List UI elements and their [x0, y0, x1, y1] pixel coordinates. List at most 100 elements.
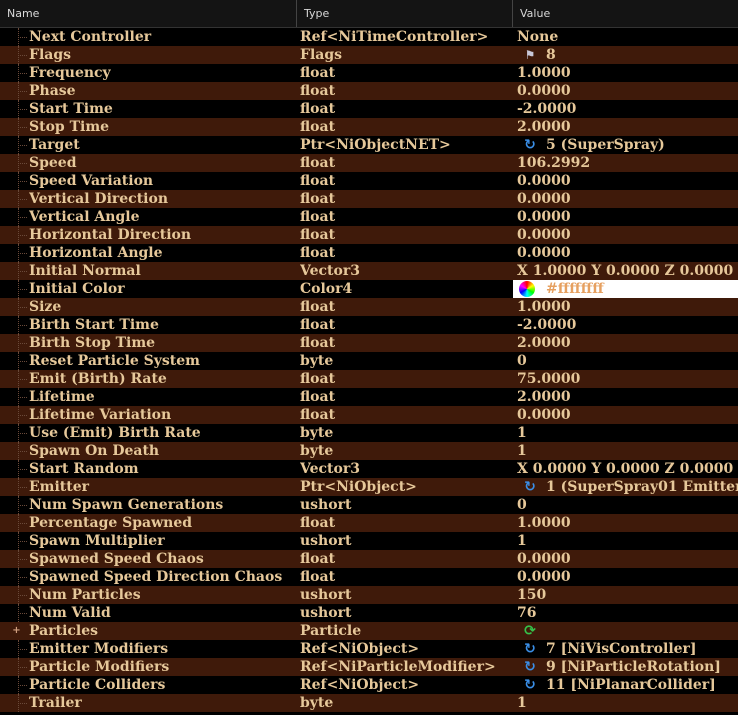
property-row[interactable]: Speed Variation float 0.0000 [0, 172, 738, 190]
property-type: Vector3 [300, 263, 360, 279]
property-value[interactable]: 1 [517, 694, 738, 712]
property-row[interactable]: Percentage Spawned float 1.0000 [0, 514, 738, 532]
property-row[interactable]: Birth Start Time float -2.0000 [0, 316, 738, 334]
property-value[interactable]: -2.0000 [517, 316, 738, 334]
color-value-field[interactable]: #ffffffff [513, 280, 738, 298]
property-row[interactable]: Lifetime Variation float 0.0000 [0, 406, 738, 424]
property-value[interactable]: 0.0000 [517, 172, 738, 190]
property-row[interactable]: Horizontal Direction float 0.0000 [0, 226, 738, 244]
property-row[interactable]: Frequency float 1.0000 [0, 64, 738, 82]
property-row[interactable]: Spawn Multiplier ushort 1 [0, 532, 738, 550]
property-value[interactable]: 9 [NiParticleRotation] [546, 658, 738, 676]
property-value[interactable]: 0.0000 [517, 82, 738, 100]
property-value[interactable]: None [517, 28, 738, 46]
property-value[interactable]: 75.0000 [517, 370, 738, 388]
property-row[interactable]: Spawned Speed Chaos float 0.0000 [0, 550, 738, 568]
link-icon[interactable]: ↻ [522, 479, 538, 495]
header-type[interactable]: Type [297, 0, 513, 27]
property-row[interactable]: Flags Flags ⚑ 8 [0, 46, 738, 64]
property-value[interactable]: 2.0000 [517, 388, 738, 406]
property-row[interactable]: Initial Normal Vector3 X 1.0000 Y 0.0000 Z… [0, 262, 738, 280]
property-row[interactable]: Emitter Modifiers Ref<NiObject> ↻ 7 [NiVisC… [0, 640, 738, 658]
property-value[interactable] [546, 622, 738, 640]
property-row[interactable]: Birth Stop Time float 2.0000 [0, 334, 738, 352]
link-icon[interactable]: ↻ [522, 659, 538, 675]
property-row[interactable]: Lifetime float 2.0000 [0, 388, 738, 406]
property-value[interactable]: 0.0000 [517, 190, 738, 208]
header-name[interactable]: Name [0, 0, 297, 27]
property-value[interactable]: 0.0000 [517, 550, 738, 568]
tree-branch-line [18, 604, 29, 622]
property-value[interactable]: X 1.0000 Y 0.0000 Z 0.0000 [517, 262, 738, 280]
property-value[interactable]: 0.0000 [517, 244, 738, 262]
property-value[interactable]: 5 (SuperSpray) [546, 136, 738, 154]
property-value[interactable]: 2.0000 [517, 118, 738, 136]
flag-icon[interactable]: ⚑ [522, 47, 538, 63]
property-value[interactable]: 0 [517, 496, 738, 514]
property-type: float [300, 245, 336, 261]
property-row[interactable]: Trailer byte 1 [0, 694, 738, 712]
property-value[interactable]: 1.0000 [517, 64, 738, 82]
property-value[interactable]: 1 [517, 532, 738, 550]
property-row[interactable]: Reset Particle System byte 0 [0, 352, 738, 370]
property-value[interactable]: 150 [517, 586, 738, 604]
property-value[interactable]: 2.0000 [517, 334, 738, 352]
property-row[interactable]: Particle Colliders Ref<NiObject> ↻ 11 [NiPl… [0, 676, 738, 694]
link-icon[interactable]: ↻ [522, 677, 538, 693]
link-icon[interactable]: ↻ [522, 137, 538, 153]
property-value[interactable]: 1.0000 [517, 298, 738, 316]
property-value[interactable]: 11 [NiPlanarCollider] [546, 676, 738, 694]
property-row[interactable]: Emitter Ptr<NiObject> ↻ 1 (SuperSpray01 Emi… [0, 478, 738, 496]
tree-branch-line [18, 208, 29, 226]
property-value[interactable]: 0.0000 [517, 406, 738, 424]
link-icon[interactable]: ↻ [522, 641, 538, 657]
property-row[interactable]: + Particles Particle ⟳ [0, 622, 738, 640]
expand-toggle[interactable]: + [12, 626, 21, 636]
property-row[interactable]: Size float 1.0000 [0, 298, 738, 316]
property-value[interactable]: 0 [517, 352, 738, 370]
property-row[interactable]: Emit (Birth) Rate float 75.0000 [0, 370, 738, 388]
property-value[interactable]: -2.0000 [517, 100, 738, 118]
property-row[interactable]: Vertical Direction float 0.0000 [0, 190, 738, 208]
property-row[interactable]: Start Time float -2.0000 [0, 100, 738, 118]
property-row[interactable]: Num Particles ushort 150 [0, 586, 738, 604]
property-type: float [300, 407, 336, 423]
property-tree-view[interactable]: Name Type Value Next Controller Ref<NiTim… [0, 0, 738, 715]
property-row[interactable]: Num Valid ushort 76 [0, 604, 738, 622]
tree-branch-line [18, 460, 29, 478]
property-value[interactable]: 8 [546, 46, 738, 64]
header-value[interactable]: Value [513, 0, 738, 27]
property-value[interactable]: 1.0000 [517, 514, 738, 532]
property-value[interactable]: 1 [517, 442, 738, 460]
property-row[interactable]: Phase float 0.0000 [0, 82, 738, 100]
property-value[interactable]: 1 (SuperSpray01 Emitter) [546, 478, 738, 496]
property-row[interactable]: Stop Time float 2.0000 [0, 118, 738, 136]
property-value[interactable]: 1 [517, 424, 738, 442]
property-row[interactable]: Use (Emit) Birth Rate byte 1 [0, 424, 738, 442]
tree-branch-line [18, 568, 29, 586]
property-value[interactable]: 7 [NiVisController] [546, 640, 738, 658]
property-row[interactable]: Next Controller Ref<NiTimeController> None [0, 28, 738, 46]
property-value[interactable]: 0.0000 [517, 226, 738, 244]
property-row[interactable]: Start Random Vector3 X 0.0000 Y 0.0000 Z 0… [0, 460, 738, 478]
property-name: Particle Modifiers [29, 659, 170, 675]
array-refresh-icon[interactable]: ⟳ [522, 623, 538, 639]
property-row[interactable]: Speed float 106.2992 [0, 154, 738, 172]
color-wheel-icon[interactable] [519, 281, 535, 297]
property-row[interactable]: Vertical Angle float 0.0000 [0, 208, 738, 226]
property-row[interactable]: Num Spawn Generations ushort 0 [0, 496, 738, 514]
property-type: float [300, 515, 336, 531]
property-row[interactable]: Horizontal Angle float 0.0000 [0, 244, 738, 262]
property-name: Reset Particle System [29, 353, 200, 369]
property-row[interactable]: Spawn On Death byte 1 [0, 442, 738, 460]
property-value[interactable]: 76 [517, 604, 738, 622]
property-value[interactable]: X 0.0000 Y 0.0000 Z 0.0000 [517, 460, 738, 478]
property-row[interactable]: Spawned Speed Direction Chaos float 0.0000 [0, 568, 738, 586]
property-value[interactable]: 0.0000 [517, 208, 738, 226]
property-row[interactable]: Particle Modifiers Ref<NiParticleModifier… [0, 658, 738, 676]
property-name: Birth Stop Time [29, 335, 156, 351]
property-value[interactable]: 106.2992 [517, 154, 738, 172]
property-row[interactable]: Target Ptr<NiObjectNET> ↻ 5 (SuperSpray) [0, 136, 738, 154]
property-value[interactable]: 0.0000 [517, 568, 738, 586]
property-row[interactable]: Initial Color Color4 #ffffffff [0, 280, 738, 298]
